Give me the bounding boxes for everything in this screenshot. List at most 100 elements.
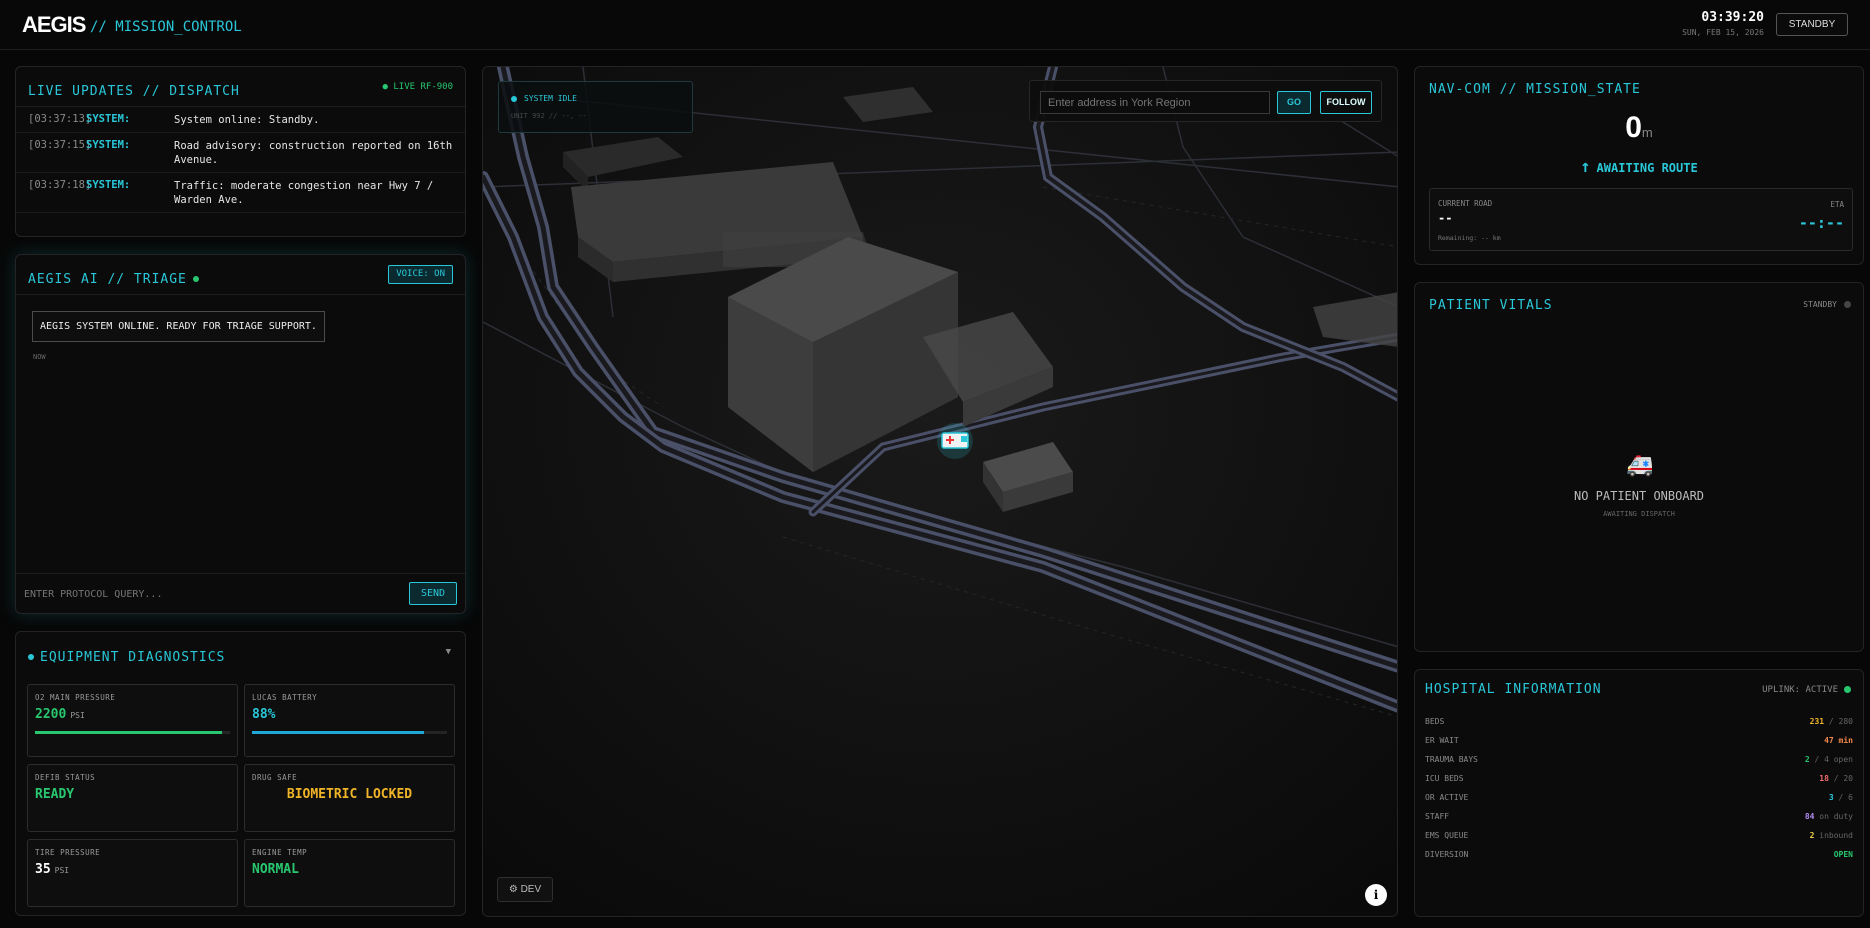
stat-value: 47 min (1824, 736, 1853, 745)
unit-coordinates: UNIT 992 // --, -- (511, 112, 587, 120)
card-value: 2200 PSI (35, 707, 85, 722)
follow-button[interactable]: FOLLOW (1320, 91, 1372, 114)
standby-button[interactable]: STANDBY (1776, 13, 1848, 36)
stat-value: 84 on duty (1804, 812, 1853, 821)
triage-panel: AEGIS AI // TRIAGE VOICE: ON AEGIS SYSTE… (15, 254, 466, 614)
ai-message: AEGIS SYSTEM ONLINE. READY FOR TRIAGE SU… (32, 311, 325, 342)
card-label: O2 MAIN PRESSURE (35, 693, 116, 702)
online-indicator-icon (192, 275, 199, 282)
o2-level-fill (35, 731, 223, 734)
log-message: Traffic: moderate congestion near Hwy 7 … (174, 180, 434, 206)
stat-label: OR ACTIVE (1425, 793, 1469, 802)
card-value: BIOMETRIC LOCKED (286, 787, 413, 802)
card-label: DRUG SAFE (252, 773, 298, 782)
o2-level-bar (35, 731, 230, 734)
log-timestamp: [03:37:15] (28, 139, 92, 151)
card-value: 35 PSI (35, 862, 70, 877)
log-timestamp: [03:37:18] (28, 179, 92, 191)
hospital-stat-row: TRAUMA BAYS 2 / 4 open (1425, 755, 1853, 773)
no-patient-message: NO PATIENT ONBOARD (1573, 489, 1705, 503)
log-source: SYSTEM: (86, 179, 131, 191)
clock-date: SUN, FEB 15, 2026 (1682, 28, 1764, 37)
defib-status-card: DEFIB STATUS READY (27, 764, 238, 832)
hospital-stat-row: EMS QUEUE 2 inbound (1425, 831, 1853, 849)
stat-label: ICU BEDS (1425, 774, 1464, 783)
eta-value: --:-- (1798, 214, 1844, 232)
info-icon[interactable]: i (1365, 884, 1387, 906)
log-message: Road advisory: construction reported on … (174, 140, 453, 166)
remaining-distance: Remaining: -- km (1438, 234, 1501, 242)
stat-label: DIVERSION (1425, 850, 1469, 859)
stat-value: 18 / 20 (1819, 774, 1853, 783)
hospital-stat-row: OR ACTIVE 3 / 6 (1425, 793, 1853, 811)
map-canvas[interactable] (483, 67, 1398, 917)
dev-button[interactable]: ⚙ DEV (497, 877, 553, 902)
protocol-query-input[interactable] (24, 584, 404, 604)
address-search-box: GO FOLLOW (1029, 80, 1382, 122)
card-label: LUCAS BATTERY (252, 693, 318, 702)
drug-safe-card: DRUG SAFE BIOMETRIC LOCKED (244, 764, 455, 832)
map-view[interactable]: SYSTEM IDLE UNIT 992 // --, -- GO FOLLOW… (482, 66, 1398, 917)
stat-value: 3 / 6 (1828, 793, 1853, 802)
card-value: NORMAL (252, 862, 299, 877)
app-subtitle: // MISSION_CONTROL (90, 19, 242, 35)
hospital-stat-row: DIVERSION OPEN (1425, 850, 1853, 868)
status-dot-icon (28, 653, 34, 660)
stat-label: EMS QUEUE (1425, 831, 1469, 840)
stat-value: 231 / 280 (1809, 717, 1853, 726)
stat-label: BEDS (1425, 717, 1445, 726)
navcom-panel: NAV-COM // MISSION_STATE 0m ↑ AWAITING RO… (1414, 66, 1864, 265)
brand-logo: AEGIS (22, 12, 86, 37)
uplink-status-badge: UPLINK: ACTIVE (1762, 685, 1851, 695)
arrow-up-icon: ↑ (1580, 157, 1591, 177)
stat-value: OPEN (1833, 850, 1853, 859)
stat-value: 2 / 4 open (1804, 755, 1853, 764)
eta-label: ETA (1830, 200, 1844, 209)
hospital-stat-row: ICU BEDS 18 / 20 (1425, 774, 1853, 792)
ambulance-icon: 🚑 (1626, 453, 1654, 478)
panel-title: EQUIPMENT DIAGNOSTICS (40, 650, 226, 665)
log-entry: [03:37:13] SYSTEM: System online: Standb… (16, 107, 465, 133)
go-button[interactable]: GO (1277, 91, 1311, 114)
stat-value: 2 inbound (1809, 831, 1853, 840)
current-road-value: -- (1438, 211, 1453, 225)
equipment-header[interactable]: EQUIPMENT DIAGNOSTICS ▼ (16, 632, 465, 672)
stat-label: ER WAIT (1425, 736, 1459, 745)
battery-level-bar (252, 731, 447, 734)
query-bar: SEND (16, 573, 465, 613)
log-source: SYSTEM: (86, 113, 131, 125)
card-value: READY (35, 787, 75, 802)
patient-vitals-panel: PATIENT VITALS STANDBY 🚑 NO PATIENT ONBO… (1414, 282, 1864, 652)
hospital-stat-row: ER WAIT 47 min (1425, 736, 1853, 754)
lucas-battery-card: LUCAS BATTERY 88% (244, 684, 455, 757)
system-status: SYSTEM IDLE (511, 94, 577, 103)
triage-header: AEGIS AI // TRIAGE VOICE: ON (16, 255, 465, 295)
o2-pressure-card: O2 MAIN PRESSURE 2200 PSI (27, 684, 238, 757)
card-value: 88% (252, 707, 276, 722)
distance-readout: 0m (1625, 111, 1653, 144)
chevron-down-icon[interactable]: ▼ (446, 647, 451, 657)
live-updates-header: LIVE UPDATES // DISPATCH ● LIVE RF-900 (16, 67, 465, 107)
log-entry: [03:37:18] SYSTEM: Traffic: moderate con… (16, 173, 465, 213)
engine-temp-card: ENGINE TEMP NORMAL (244, 839, 455, 907)
card-label: ENGINE TEMP (252, 848, 308, 857)
stat-label: STAFF (1425, 812, 1450, 821)
equipment-panel: EQUIPMENT DIAGNOSTICS ▼ O2 MAIN PRESSURE… (15, 631, 466, 916)
panel-title: LIVE UPDATES // DISPATCH (28, 84, 240, 99)
log-source: SYSTEM: (86, 139, 131, 151)
vitals-status-badge: STANDBY (1803, 300, 1851, 309)
stat-label: TRAUMA BAYS (1425, 755, 1478, 764)
ambulance-marker-icon[interactable] (937, 423, 973, 459)
battery-level-fill (252, 731, 424, 734)
address-input[interactable] (1040, 91, 1270, 114)
message-time: NOW (33, 353, 46, 361)
clock: 03:39:20 SUN, FEB 15, 2026 (1682, 10, 1764, 37)
live-updates-panel: LIVE UPDATES // DISPATCH ● LIVE RF-900 [… (15, 66, 466, 237)
send-button[interactable]: SEND (409, 582, 457, 605)
panel-title: NAV-COM // MISSION_STATE (1429, 82, 1641, 97)
route-status: ↑ AWAITING ROUTE (1580, 157, 1698, 177)
current-road-label: CURRENT ROAD (1438, 199, 1493, 208)
voice-toggle-button[interactable]: VOICE: ON (388, 265, 453, 284)
log-timestamp: [03:37:13] (28, 113, 92, 125)
unit-status-box: SYSTEM IDLE UNIT 992 // --, -- (498, 81, 693, 133)
